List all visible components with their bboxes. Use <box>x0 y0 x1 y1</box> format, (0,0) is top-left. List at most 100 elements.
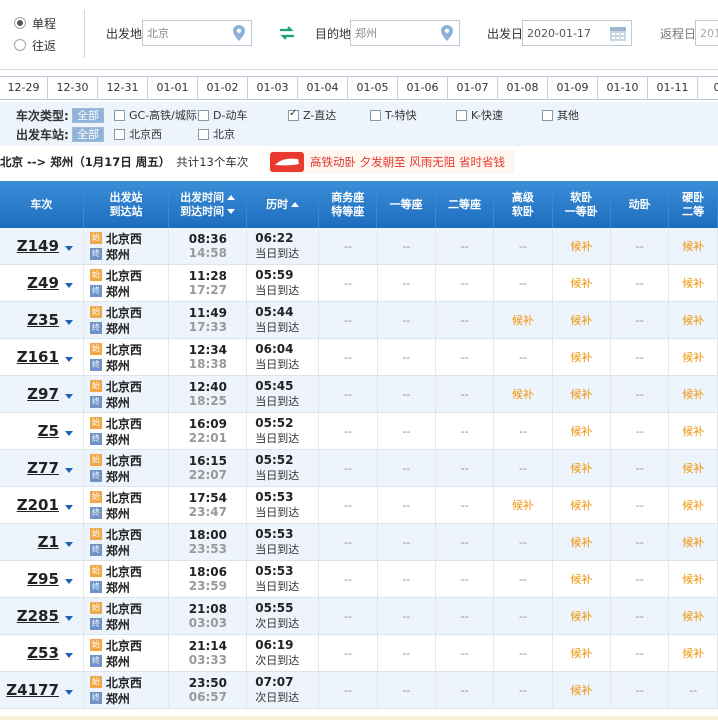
departure-station[interactable]: 始北京西 <box>89 526 142 542</box>
chevron-down-icon[interactable] <box>64 689 73 695</box>
date-tab[interactable]: 12-31 <box>98 77 148 99</box>
type-filter-option[interactable]: D-动车 <box>198 106 247 124</box>
seat-hard-cell[interactable]: 候补 <box>669 228 718 264</box>
train-number-link[interactable]: Z97 <box>27 385 59 403</box>
seat-hard-cell[interactable]: 候补 <box>669 635 718 671</box>
seat-soft-cell[interactable]: 候补 <box>553 413 612 449</box>
seat-soft-cell[interactable]: 候补 <box>553 598 612 634</box>
arrival-station[interactable]: 终郑州 <box>89 468 130 484</box>
departure-station[interactable]: 始北京西 <box>89 489 142 505</box>
seat-hard-cell[interactable]: 候补 <box>669 376 718 412</box>
sort-down-icon[interactable] <box>227 209 236 214</box>
seat-hs-cell[interactable]: 候补 <box>494 487 553 523</box>
train-number-link[interactable]: Z285 <box>17 607 59 625</box>
station-filter-option[interactable]: 北京 <box>198 125 235 143</box>
departure-station[interactable]: 始北京西 <box>89 304 142 320</box>
arrival-station[interactable]: 终郑州 <box>89 653 130 669</box>
arrival-station[interactable]: 终郑州 <box>89 431 130 447</box>
seat-soft-cell[interactable]: 候补 <box>553 487 612 523</box>
arrival-station[interactable]: 终郑州 <box>89 542 130 558</box>
departure-station[interactable]: 始北京西 <box>89 600 142 616</box>
date-tab[interactable]: 01- <box>698 77 718 99</box>
seat-soft-cell[interactable]: 候补 <box>553 524 612 560</box>
seat-soft-cell[interactable]: 候补 <box>553 635 612 671</box>
date-tab[interactable]: 01-10 <box>598 77 648 99</box>
checkbox[interactable] <box>114 128 125 140</box>
sort-up-icon[interactable] <box>227 195 236 200</box>
arrival-station[interactable]: 终郑州 <box>89 616 130 632</box>
date-tab[interactable]: 01-02 <box>198 77 248 99</box>
date-tab[interactable]: 01-05 <box>348 77 398 99</box>
departure-station[interactable]: 始北京西 <box>89 230 142 246</box>
seat-soft-cell[interactable]: 候补 <box>553 376 612 412</box>
arrival-station[interactable]: 终郑州 <box>89 394 130 410</box>
type-filter-option[interactable]: T-特快 <box>370 106 417 124</box>
seat-hard-cell[interactable]: 候补 <box>669 413 718 449</box>
header-duration[interactable]: 历时 <box>247 181 320 228</box>
type-filter-option[interactable]: K-快速 <box>456 106 503 124</box>
seat-hard-cell[interactable]: 候补 <box>669 265 718 301</box>
departure-station[interactable]: 始北京西 <box>89 563 142 579</box>
train-number-link[interactable]: Z95 <box>27 570 59 588</box>
seat-hard-cell[interactable]: 候补 <box>669 598 718 634</box>
roundtrip-radio[interactable] <box>14 39 26 51</box>
header-time[interactable]: 出发时间 到达时间 <box>169 181 248 228</box>
seat-hs-cell[interactable]: 候补 <box>494 376 553 412</box>
chevron-down-icon[interactable] <box>64 356 73 362</box>
date-tab[interactable]: 01-07 <box>448 77 498 99</box>
chevron-down-icon[interactable] <box>64 282 73 288</box>
date-tab[interactable]: 01-11 <box>648 77 698 99</box>
date-tab[interactable]: 12-29 <box>0 77 48 99</box>
departure-station[interactable]: 始北京西 <box>89 452 142 468</box>
train-number-link[interactable]: Z49 <box>27 274 59 292</box>
departure-station[interactable]: 始北京西 <box>89 341 142 357</box>
train-number-link[interactable]: Z35 <box>27 311 59 329</box>
chevron-down-icon[interactable] <box>64 245 73 251</box>
seat-soft-cell[interactable]: 候补 <box>553 672 612 708</box>
chevron-down-icon[interactable] <box>64 652 73 658</box>
date-tab[interactable]: 01-08 <box>498 77 548 99</box>
chevron-down-icon[interactable] <box>64 615 73 621</box>
date-tab[interactable]: 01-04 <box>298 77 348 99</box>
chevron-down-icon[interactable] <box>64 467 73 473</box>
sort-up-icon[interactable] <box>291 202 300 207</box>
type-all-button[interactable]: 全部 <box>72 107 104 123</box>
departure-station[interactable]: 始北京西 <box>89 267 142 283</box>
type-filter-option[interactable]: 其他 <box>542 106 579 124</box>
return-input[interactable]: 201 <box>695 20 718 46</box>
seat-hard-cell[interactable]: 候补 <box>669 450 718 486</box>
map-pin-icon[interactable] <box>233 25 245 41</box>
oneway-radio[interactable] <box>14 17 26 29</box>
station-filter-option[interactable]: 北京西 <box>114 125 162 143</box>
promo-banner[interactable]: 高铁动卧 夕发朝至 风雨无阻 省时省钱 <box>270 150 515 174</box>
to-input[interactable]: 郑州 <box>350 20 460 46</box>
train-number-link[interactable]: Z161 <box>17 348 59 366</box>
checkbox[interactable] <box>370 109 381 121</box>
checkbox[interactable] <box>198 109 209 121</box>
chevron-down-icon[interactable] <box>64 504 73 510</box>
seat-soft-cell[interactable]: 候补 <box>553 228 612 264</box>
checkbox[interactable] <box>114 109 125 121</box>
train-number-link[interactable]: Z201 <box>17 496 59 514</box>
chevron-down-icon[interactable] <box>64 578 73 584</box>
arrival-station[interactable]: 终郑州 <box>89 246 130 262</box>
departure-station[interactable]: 始北京西 <box>89 415 142 431</box>
calendar-icon[interactable] <box>609 25 627 42</box>
seat-soft-cell[interactable]: 候补 <box>553 450 612 486</box>
trip-oneway-option[interactable]: 单程 <box>14 12 56 34</box>
departure-station[interactable]: 始北京西 <box>89 378 142 394</box>
checkbox[interactable] <box>456 109 467 121</box>
date-input[interactable]: 2020-01-17 <box>522 20 632 46</box>
checkbox[interactable] <box>198 128 209 140</box>
seat-hard-cell[interactable]: 候补 <box>669 302 718 338</box>
seat-hard-cell[interactable]: 候补 <box>669 339 718 375</box>
chevron-down-icon[interactable] <box>64 541 73 547</box>
from-input[interactable]: 北京 <box>142 20 252 46</box>
arrival-station[interactable]: 终郑州 <box>89 690 130 706</box>
chevron-down-icon[interactable] <box>64 319 73 325</box>
seat-hs-cell[interactable]: 候补 <box>494 302 553 338</box>
checkbox[interactable] <box>542 109 553 121</box>
map-pin-icon[interactable] <box>441 25 453 41</box>
date-tab[interactable]: 01-01 <box>148 77 198 99</box>
trip-roundtrip-option[interactable]: 往返 <box>14 34 56 56</box>
